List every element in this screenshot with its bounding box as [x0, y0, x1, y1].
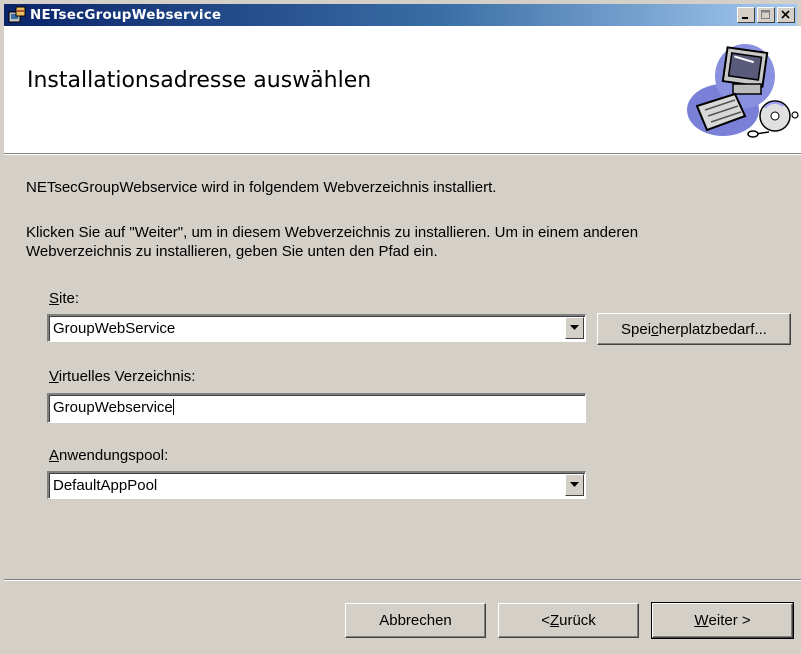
app-pool-dropdown-button[interactable] — [565, 474, 584, 496]
next-button-accelerator: W — [694, 612, 709, 629]
app-pool-label-accelerator: A — [49, 447, 60, 464]
virtual-directory-label: Virtuelles Verzeichnis: — [49, 368, 195, 385]
instruction-line-1: Klicken Sie auf "Weiter", um in diesem W… — [26, 224, 639, 241]
site-dropdown-value: GroupWebService — [53, 320, 176, 337]
chevron-down-icon — [570, 325, 579, 330]
app-pool-label-text: nwendungspool: — [59, 447, 169, 464]
virtual-directory-input[interactable]: GroupWebservice — [47, 393, 586, 423]
installer-app-icon — [8, 6, 26, 24]
close-button[interactable] — [777, 7, 795, 23]
disk-cost-button-accelerator: c — [651, 320, 659, 338]
footer-separator — [4, 579, 801, 581]
disk-cost-button-pre: Spei — [621, 320, 652, 338]
site-label-text: ite: — [59, 290, 80, 307]
next-button[interactable]: Weiter > — [651, 602, 794, 639]
app-pool-label: Anwendungspool: — [49, 447, 168, 464]
cancel-button[interactable]: Abbrechen — [345, 603, 486, 638]
back-button[interactable]: < Zurück — [498, 603, 639, 638]
back-button-post: urück — [559, 612, 596, 629]
site-dropdown-button[interactable] — [565, 317, 584, 339]
text-caret — [172, 399, 174, 415]
site-dropdown[interactable]: GroupWebService — [47, 314, 586, 342]
cancel-button-label: Abbrechen — [379, 612, 452, 629]
computer-cd-icon — [683, 36, 801, 146]
virtual-directory-value: GroupWebservice — [53, 399, 173, 416]
virtual-directory-label-text: irtuelles Verzeichnis: — [58, 368, 196, 385]
window-controls — [735, 7, 795, 23]
page-title: Installationsadresse auswählen — [27, 68, 372, 93]
app-pool-dropdown[interactable]: DefaultAppPool — [47, 471, 586, 499]
maximize-button[interactable] — [757, 7, 775, 23]
maximize-icon — [761, 10, 770, 19]
minimize-icon — [742, 17, 748, 19]
minimize-button[interactable] — [737, 7, 755, 23]
instruction-text: Klicken Sie auf "Weiter", um in diesem W… — [26, 223, 638, 261]
chevron-down-icon — [570, 482, 579, 487]
virtual-directory-label-accelerator: V — [49, 368, 59, 385]
next-button-post: eiter > — [708, 612, 751, 629]
header-separator — [4, 153, 801, 155]
disk-cost-button[interactable]: Spei c herplatzbedarf... — [597, 313, 791, 345]
site-label: Site: — [49, 290, 79, 307]
header-banner: Installationsadresse auswählen — [4, 26, 801, 153]
back-button-accelerator: Z — [549, 612, 560, 629]
disk-cost-button-post: herplatzbedarf... — [658, 320, 767, 338]
instruction-line-2: Webverzeichnis zu installieren, geben Si… — [26, 243, 438, 260]
window-title: NETsecGroupWebservice — [30, 7, 222, 23]
close-icon — [781, 10, 790, 19]
installer-window: NETsecGroupWebservice Installationsadres… — [0, 0, 801, 654]
site-label-accelerator: S — [49, 290, 60, 307]
app-pool-dropdown-value: DefaultAppPool — [53, 477, 158, 494]
title-bar[interactable]: NETsecGroupWebservice — [4, 4, 797, 26]
install-target-text: NETsecGroupWebservice wird in folgendem … — [26, 179, 497, 196]
back-button-pre: < — [541, 612, 550, 629]
